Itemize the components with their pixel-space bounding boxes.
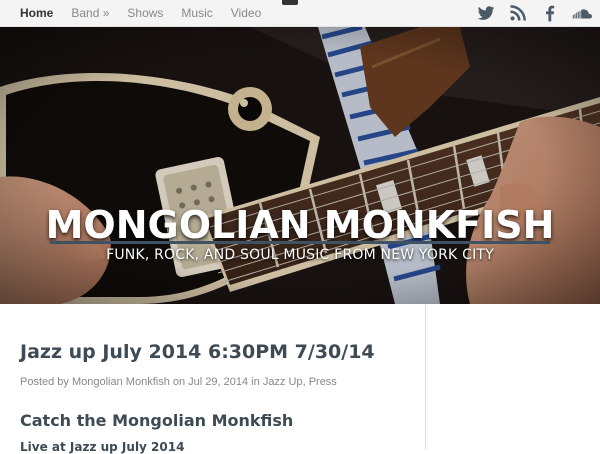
title-underline: [50, 241, 550, 244]
post-author-link[interactable]: Mongolian Monkfish: [72, 376, 170, 388]
category-link-jazz-up[interactable]: Jazz Up: [263, 376, 303, 388]
main-nav: Home Band » Shows Music Video: [20, 0, 279, 26]
post-meta: Posted by Mongolian Monkfish on Jul 29, …: [20, 376, 337, 388]
nav-item-home[interactable]: Home: [20, 6, 53, 20]
site-tagline: FUNK, ROCK, AND SOUL MUSIC FROM NEW YORK…: [106, 247, 494, 263]
nav-item-music[interactable]: Music: [181, 6, 212, 20]
nav-item-shows[interactable]: Shows: [127, 6, 163, 20]
post-subheading: Catch the Mongolian Monkfish: [20, 411, 294, 430]
category-separator: ,: [302, 376, 306, 388]
nav-item-band[interactable]: Band »: [71, 6, 109, 20]
meta-prefix: Posted by: [20, 376, 69, 388]
soundcloud-icon[interactable]: [572, 3, 592, 23]
facebook-icon[interactable]: [540, 3, 560, 23]
meta-date: on Jul 29, 2014 in: [172, 376, 260, 388]
twitter-icon[interactable]: [476, 3, 496, 23]
top-navigation-bar: Home Band » Shows Music Video: [0, 0, 600, 27]
rss-icon[interactable]: [508, 3, 528, 23]
social-links: [476, 3, 592, 23]
category-link-press[interactable]: Press: [309, 376, 337, 388]
post-title[interactable]: Jazz up July 2014 6:30PM 7/30/14: [20, 341, 375, 363]
top-grip-handle: [282, 0, 298, 5]
nav-item-video[interactable]: Video: [231, 6, 261, 20]
hero-banner: MONGOLIAN MONKFISH FUNK, ROCK, AND SOUL …: [0, 27, 600, 304]
sidebar-divider: [425, 304, 426, 450]
post-subheading-2: Live at Jazz up July 2014: [20, 440, 185, 454]
